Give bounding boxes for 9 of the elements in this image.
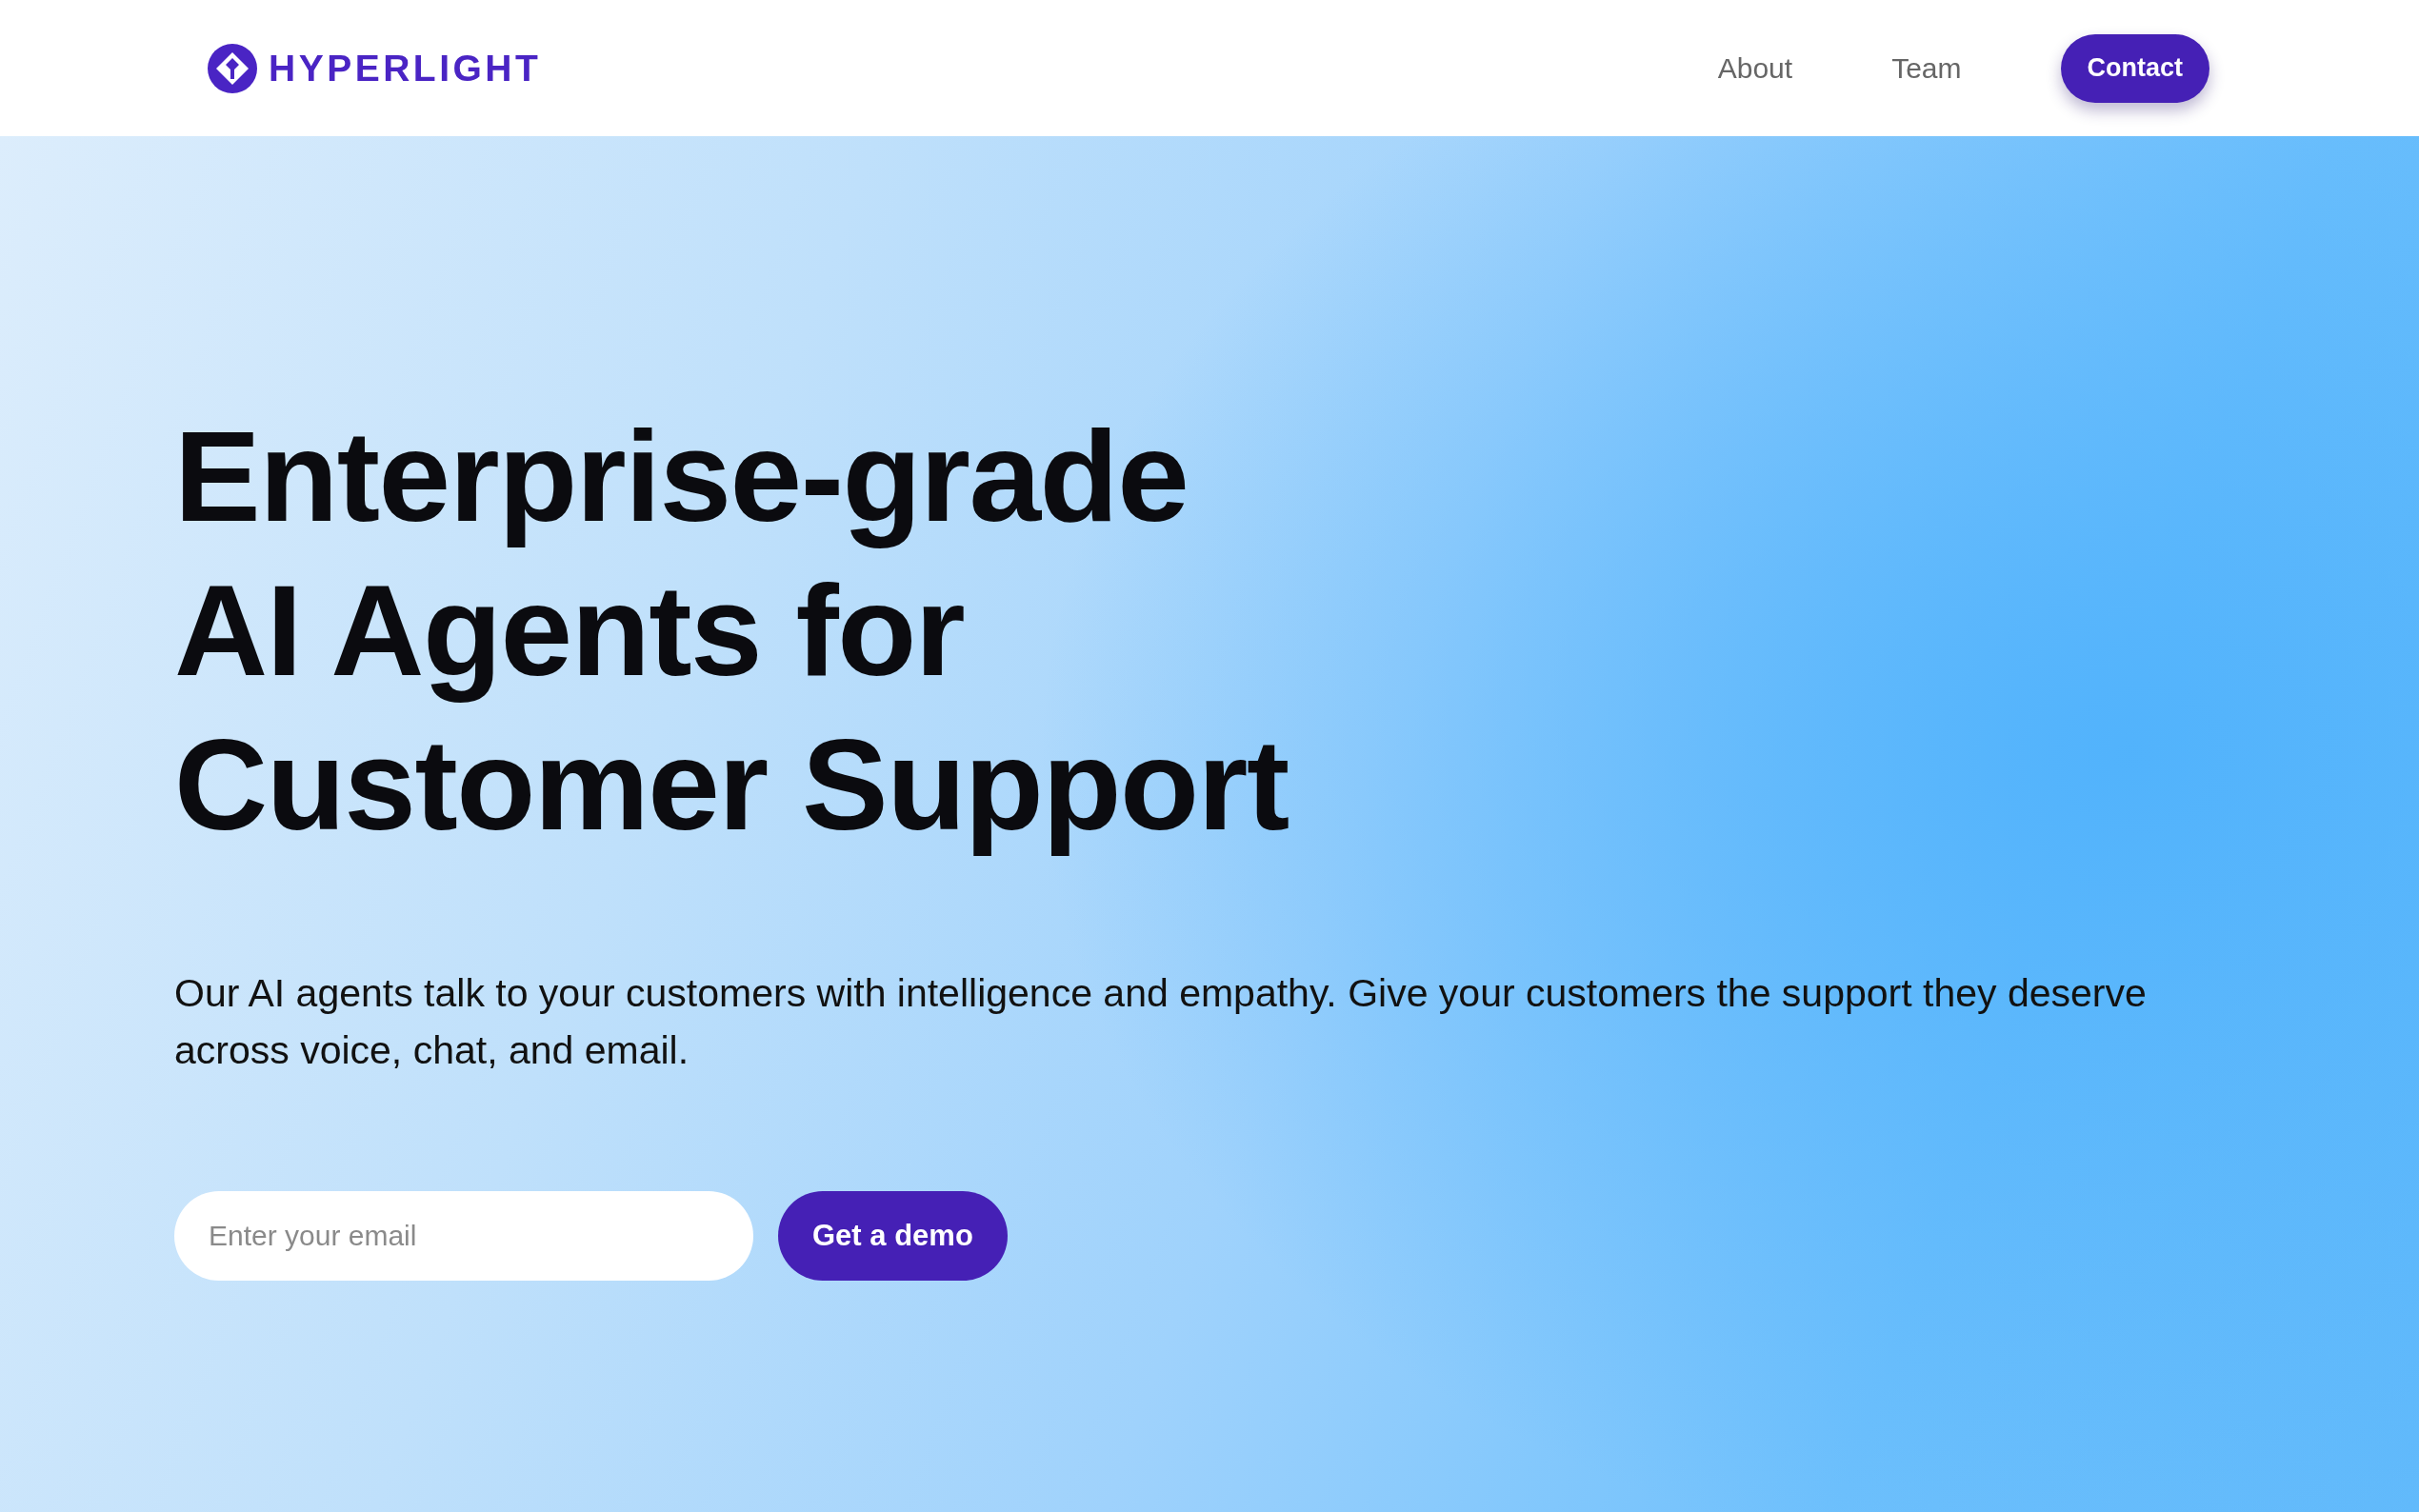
nav-link[interactable]: Team (1891, 51, 1962, 85)
hero-description: Our AI agents talk to your customers with intelligence and empathy. Give your customers the support they deserve across voice, chat, and email. (174, 970, 2148, 1074)
email-input[interactable]: Enter your email (174, 1191, 753, 1281)
brand-name: HYPERLIGHT (269, 47, 542, 90)
logo-icon (208, 43, 257, 93)
get-demo-button[interactable]: Get a demo (778, 1191, 1008, 1281)
contact-button[interactable]: Contact (2060, 33, 2209, 103)
hero-heading: Enterprise-grade AI Agents for Customer Support (174, 403, 1289, 859)
nav-link[interactable]: About (1717, 51, 1793, 85)
